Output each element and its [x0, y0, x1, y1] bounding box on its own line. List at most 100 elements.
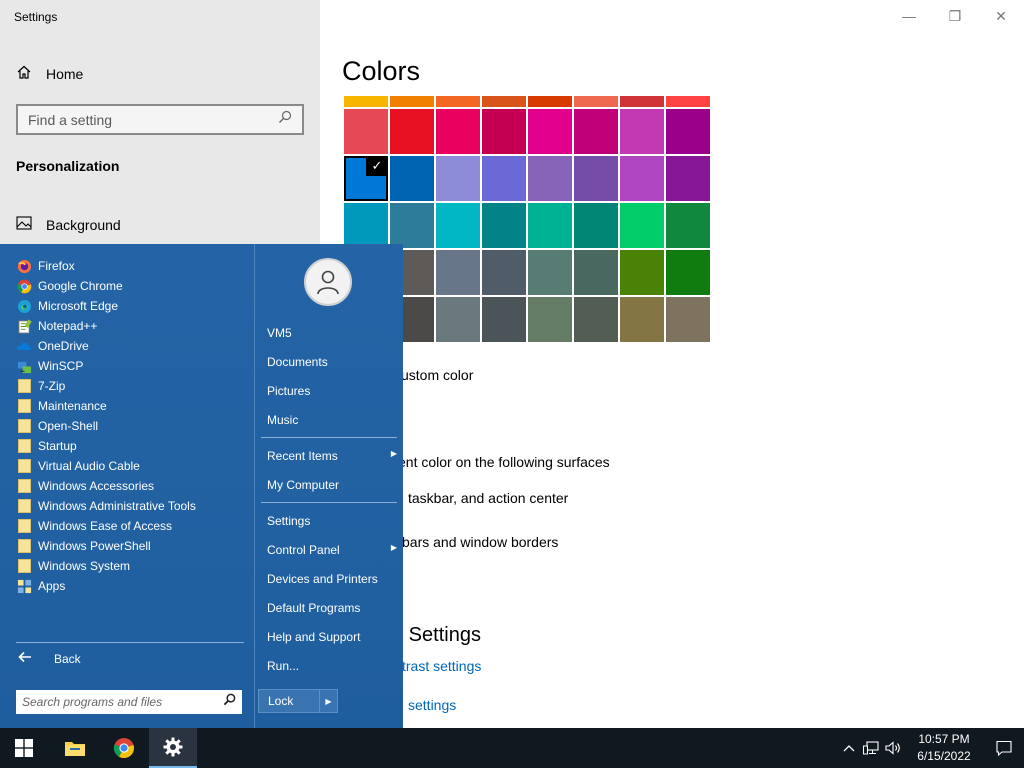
program-item[interactable]: Windows PowerShell — [16, 536, 244, 556]
run-link[interactable]: Run... — [267, 659, 397, 673]
back-button[interactable]: Back — [18, 651, 81, 666]
titlebar-accent-checkbox-label[interactable]: bars and window borders — [402, 534, 558, 550]
color-swatch[interactable] — [482, 250, 526, 295]
taskbar-file-explorer[interactable] — [51, 728, 99, 768]
color-swatch[interactable] — [620, 297, 664, 342]
color-swatch[interactable] — [620, 156, 664, 201]
color-swatch[interactable] — [528, 156, 572, 201]
start-search-box[interactable] — [16, 690, 242, 714]
close-button[interactable]: ✕ — [978, 0, 1024, 32]
sync-settings-link[interactable]: settings — [408, 697, 456, 713]
color-swatch[interactable] — [390, 96, 434, 107]
documents-link[interactable]: Documents — [267, 355, 397, 369]
volume-icon[interactable] — [882, 728, 904, 768]
color-swatch[interactable] — [482, 109, 526, 154]
user-avatar[interactable] — [304, 258, 352, 306]
color-swatch[interactable] — [574, 96, 618, 107]
color-swatch[interactable] — [666, 250, 710, 295]
program-item[interactable]: OneDrive — [16, 336, 244, 356]
color-swatch[interactable] — [436, 96, 480, 107]
help-support-link[interactable]: Help and Support — [267, 630, 397, 644]
user-folder-link[interactable]: VM5 — [267, 326, 397, 340]
color-swatch[interactable] — [344, 96, 388, 107]
search-icon[interactable] — [278, 110, 292, 129]
program-item[interactable]: 7-Zip — [16, 376, 244, 396]
program-item[interactable]: Google Chrome — [16, 276, 244, 296]
color-swatch[interactable] — [482, 96, 526, 107]
program-item[interactable]: Maintenance — [16, 396, 244, 416]
restore-button[interactable]: ❐ — [932, 0, 978, 32]
color-swatch[interactable] — [666, 156, 710, 201]
taskbar-clock[interactable]: 10:57 PM 6/15/2022 — [904, 731, 984, 765]
color-swatch[interactable] — [620, 203, 664, 248]
music-link[interactable]: Music — [267, 413, 397, 427]
find-setting-search[interactable] — [16, 104, 304, 135]
program-item[interactable]: Open-Shell — [16, 416, 244, 436]
taskbar-settings[interactable] — [149, 728, 197, 768]
taskbar-accent-checkbox-label[interactable]: taskbar, and action center — [408, 490, 568, 506]
start-search-input[interactable] — [22, 695, 212, 709]
nav-item-background[interactable]: Background — [16, 216, 121, 233]
shutdown-options-arrow-icon[interactable]: ▶ — [319, 690, 337, 712]
devices-printers-link[interactable]: Devices and Printers — [267, 572, 397, 586]
program-item[interactable]: Startup — [16, 436, 244, 456]
color-swatch[interactable] — [666, 297, 710, 342]
color-swatch[interactable] — [482, 297, 526, 342]
color-swatch[interactable] — [528, 203, 572, 248]
color-swatch[interactable] — [574, 297, 618, 342]
program-item[interactable]: Microsoft Edge — [16, 296, 244, 316]
network-icon[interactable] — [860, 728, 882, 768]
program-item[interactable]: Windows Administrative Tools — [16, 496, 244, 516]
search-icon[interactable] — [223, 693, 236, 711]
my-computer-link[interactable]: My Computer — [267, 478, 397, 492]
color-swatch[interactable] — [620, 250, 664, 295]
show-hidden-icons-chevron-icon[interactable] — [838, 728, 860, 768]
control-panel-link[interactable]: Control Panel ▶ — [267, 543, 397, 557]
pictures-link[interactable]: Pictures — [267, 384, 397, 398]
high-contrast-link[interactable]: trast settings — [402, 658, 481, 674]
color-swatch[interactable] — [528, 250, 572, 295]
color-swatch[interactable] — [620, 96, 664, 107]
program-item[interactable]: Windows System — [16, 556, 244, 576]
default-programs-link[interactable]: Default Programs — [267, 601, 397, 615]
color-swatch[interactable] — [666, 96, 710, 107]
color-swatch[interactable] — [482, 203, 526, 248]
program-item[interactable]: Virtual Audio Cable — [16, 456, 244, 476]
color-swatch[interactable] — [528, 96, 572, 107]
program-item[interactable]: WinSCP — [16, 356, 244, 376]
color-swatch[interactable] — [666, 203, 710, 248]
color-swatch[interactable] — [390, 156, 434, 201]
color-swatch[interactable] — [436, 156, 480, 201]
program-item[interactable]: Firefox — [16, 256, 244, 276]
start-button[interactable] — [0, 728, 48, 768]
color-swatch[interactable] — [436, 109, 480, 154]
recent-items-link[interactable]: Recent Items ▶ — [267, 449, 397, 463]
color-swatch[interactable] — [574, 109, 618, 154]
program-item[interactable]: Notepad++ — [16, 316, 244, 336]
color-swatch[interactable] — [482, 156, 526, 201]
color-swatch[interactable]: ✓ — [344, 156, 388, 201]
color-swatch[interactable] — [620, 109, 664, 154]
color-swatch[interactable] — [666, 109, 710, 154]
color-swatch[interactable] — [574, 203, 618, 248]
settings-link[interactable]: Settings — [267, 514, 397, 528]
color-swatch[interactable] — [436, 203, 480, 248]
lock-button[interactable]: Lock ▶ — [258, 689, 338, 713]
minimize-button[interactable]: — — [886, 0, 932, 32]
color-swatch[interactable] — [344, 203, 388, 248]
color-swatch[interactable] — [574, 156, 618, 201]
nav-home[interactable]: Home — [16, 64, 83, 83]
program-item[interactable]: Windows Ease of Access — [16, 516, 244, 536]
find-setting-input[interactable] — [28, 111, 268, 128]
custom-color-button[interactable]: ustom color — [401, 367, 473, 383]
color-swatch[interactable] — [574, 250, 618, 295]
taskbar-chrome[interactable] — [100, 728, 148, 768]
color-swatch[interactable] — [390, 109, 434, 154]
color-swatch[interactable] — [528, 297, 572, 342]
color-swatch[interactable] — [344, 109, 388, 154]
color-swatch[interactable] — [436, 250, 480, 295]
action-center-icon[interactable] — [984, 728, 1024, 768]
color-swatch[interactable] — [528, 109, 572, 154]
program-item[interactable]: Windows Accessories — [16, 476, 244, 496]
color-swatch[interactable] — [436, 297, 480, 342]
